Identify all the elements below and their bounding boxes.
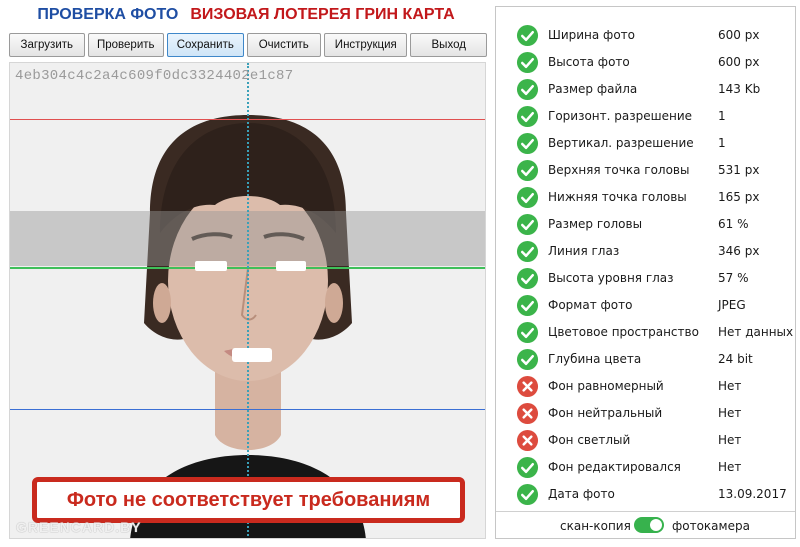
- check-button[interactable]: Проверить: [87, 33, 165, 57]
- check-label: Формат фото: [548, 298, 633, 312]
- check-row: Высота фото 600 px: [496, 49, 795, 76]
- check-label: Фон равномерный: [548, 379, 664, 393]
- check-row: Размер файла 143 Kb: [496, 76, 795, 103]
- check-label: Высота уровня глаз: [548, 271, 674, 285]
- check-ok-icon: [516, 159, 539, 182]
- check-label: Верхняя точка головы: [548, 163, 690, 177]
- check-label: Размер файла: [548, 82, 638, 96]
- check-fail-icon: [516, 402, 539, 425]
- check-row: Горизонт. разрешение 1: [496, 103, 795, 130]
- check-ok-icon: [516, 267, 539, 290]
- check-ok-icon: [516, 132, 539, 155]
- check-ok-icon: [516, 78, 539, 101]
- check-value: Нет данных: [718, 325, 794, 339]
- toggle-knob: [650, 519, 662, 531]
- check-row: Верхняя точка головы 531 px: [496, 157, 795, 184]
- check-row: Дата фото 13.09.2017: [496, 481, 795, 508]
- check-value: 1: [718, 136, 726, 150]
- check-fail-icon: [516, 375, 539, 398]
- check-label: Ширина фото: [548, 28, 635, 42]
- check-row: Нижняя точка головы 165 px: [496, 184, 795, 211]
- check-label: Фон нейтральный: [548, 406, 663, 420]
- check-ok-icon: [516, 24, 539, 47]
- check-row: Фон редактировался Нет: [496, 454, 795, 481]
- check-row: Формат фото JPEG: [496, 292, 795, 319]
- check-row: Вертикал. разрешение 1: [496, 130, 795, 157]
- check-value: 600 px: [718, 28, 760, 42]
- check-value: 1: [718, 109, 726, 123]
- check-ok-icon: [516, 348, 539, 371]
- check-value: Нет: [718, 406, 742, 420]
- check-label: Цветовое пространство: [548, 325, 699, 339]
- exit-button[interactable]: Выход: [410, 33, 487, 57]
- check-ok-icon: [516, 51, 539, 74]
- verdict-banner: Фото не соответствует требованиям: [32, 477, 465, 523]
- check-value: JPEG: [718, 298, 746, 312]
- check-fail-icon: [516, 429, 539, 452]
- check-value: 531 px: [718, 163, 760, 177]
- photo-viewer[interactable]: 4eb304c4c2a4c609f0dc3324402e1c87 Фото не…: [9, 62, 486, 539]
- check-label: Высота фото: [548, 55, 630, 69]
- photo-hash: 4eb304c4c2a4c609f0dc3324402e1c87: [15, 68, 294, 84]
- check-label: Нижняя точка головы: [548, 190, 687, 204]
- check-value: 13.09.2017: [718, 487, 787, 501]
- check-row: Цветовое пространство Нет данных: [496, 319, 795, 346]
- check-value: Нет: [718, 379, 742, 393]
- toolbar: Загрузить Проверить Сохранить Очистить И…: [9, 33, 487, 57]
- check-row: Размер головы 61 %: [496, 211, 795, 238]
- check-ok-icon: [516, 105, 539, 128]
- check-value: Нет: [718, 460, 742, 474]
- check-ok-icon: [516, 186, 539, 209]
- check-row: Глубина цвета 24 bit: [496, 346, 795, 373]
- check-label: Линия глаз: [548, 244, 620, 258]
- check-value: 61 %: [718, 217, 749, 231]
- check-ok-icon: [516, 321, 539, 344]
- check-ok-icon: [516, 483, 539, 506]
- center-guide: [247, 63, 249, 538]
- check-value: 24 bit: [718, 352, 753, 366]
- mode-toggle-row: скан-копия фотокамера: [496, 515, 795, 537]
- check-ok-icon: [516, 294, 539, 317]
- check-value: 143 Kb: [718, 82, 761, 96]
- check-row: Линия глаз 346 px: [496, 238, 795, 265]
- check-value: 600 px: [718, 55, 760, 69]
- camera-label: фотокамера: [672, 519, 750, 533]
- check-value: 57 %: [718, 271, 749, 285]
- check-label: Размер головы: [548, 217, 643, 231]
- check-row: Ширина фото 600 px: [496, 22, 795, 49]
- right-eye-mask: [276, 261, 306, 271]
- mouth-mask: [232, 348, 272, 362]
- check-row: Фон нейтральный Нет: [496, 400, 795, 427]
- check-label: Вертикал. разрешение: [548, 136, 694, 150]
- app-subtitle: ВИЗОВАЯ ЛОТЕРЕЯ ГРИН КАРТА: [190, 6, 455, 23]
- check-label: Горизонт. разрешение: [548, 109, 693, 123]
- scan-copy-label: скан-копия: [560, 519, 631, 533]
- app-header: ПРОВЕРКА ФОТО ВИЗОВАЯ ЛОТЕРЕЯ ГРИН КАРТА: [0, 6, 492, 30]
- app-title: ПРОВЕРКА ФОТО: [37, 6, 179, 23]
- instructions-button[interactable]: Инструкция: [324, 33, 408, 57]
- check-label: Дата фото: [548, 487, 615, 501]
- check-value: 165 px: [718, 190, 760, 204]
- check-value: Нет: [718, 433, 742, 447]
- left-eye-mask: [195, 261, 227, 271]
- save-button[interactable]: Сохранить: [167, 33, 244, 57]
- check-row: Фон светлый Нет: [496, 427, 795, 454]
- check-ok-icon: [516, 456, 539, 479]
- check-label: Фон редактировался: [548, 460, 681, 474]
- mode-toggle-switch[interactable]: [634, 517, 664, 533]
- clear-button[interactable]: Очистить: [246, 33, 322, 57]
- check-ok-icon: [516, 240, 539, 263]
- watermark: GREENCARD.BY: [16, 519, 142, 535]
- check-ok-icon: [516, 213, 539, 236]
- check-row: Высота уровня глаз 57 %: [496, 265, 795, 292]
- check-label: Глубина цвета: [548, 352, 642, 366]
- panel-divider: [496, 511, 795, 512]
- load-button[interactable]: Загрузить: [9, 33, 85, 57]
- check-label: Фон светлый: [548, 433, 631, 447]
- check-results-panel: Ширина фото 600 px Высота фото 600 px Размер…: [495, 6, 796, 539]
- check-value: 346 px: [718, 244, 760, 258]
- check-row: Фон равномерный Нет: [496, 373, 795, 400]
